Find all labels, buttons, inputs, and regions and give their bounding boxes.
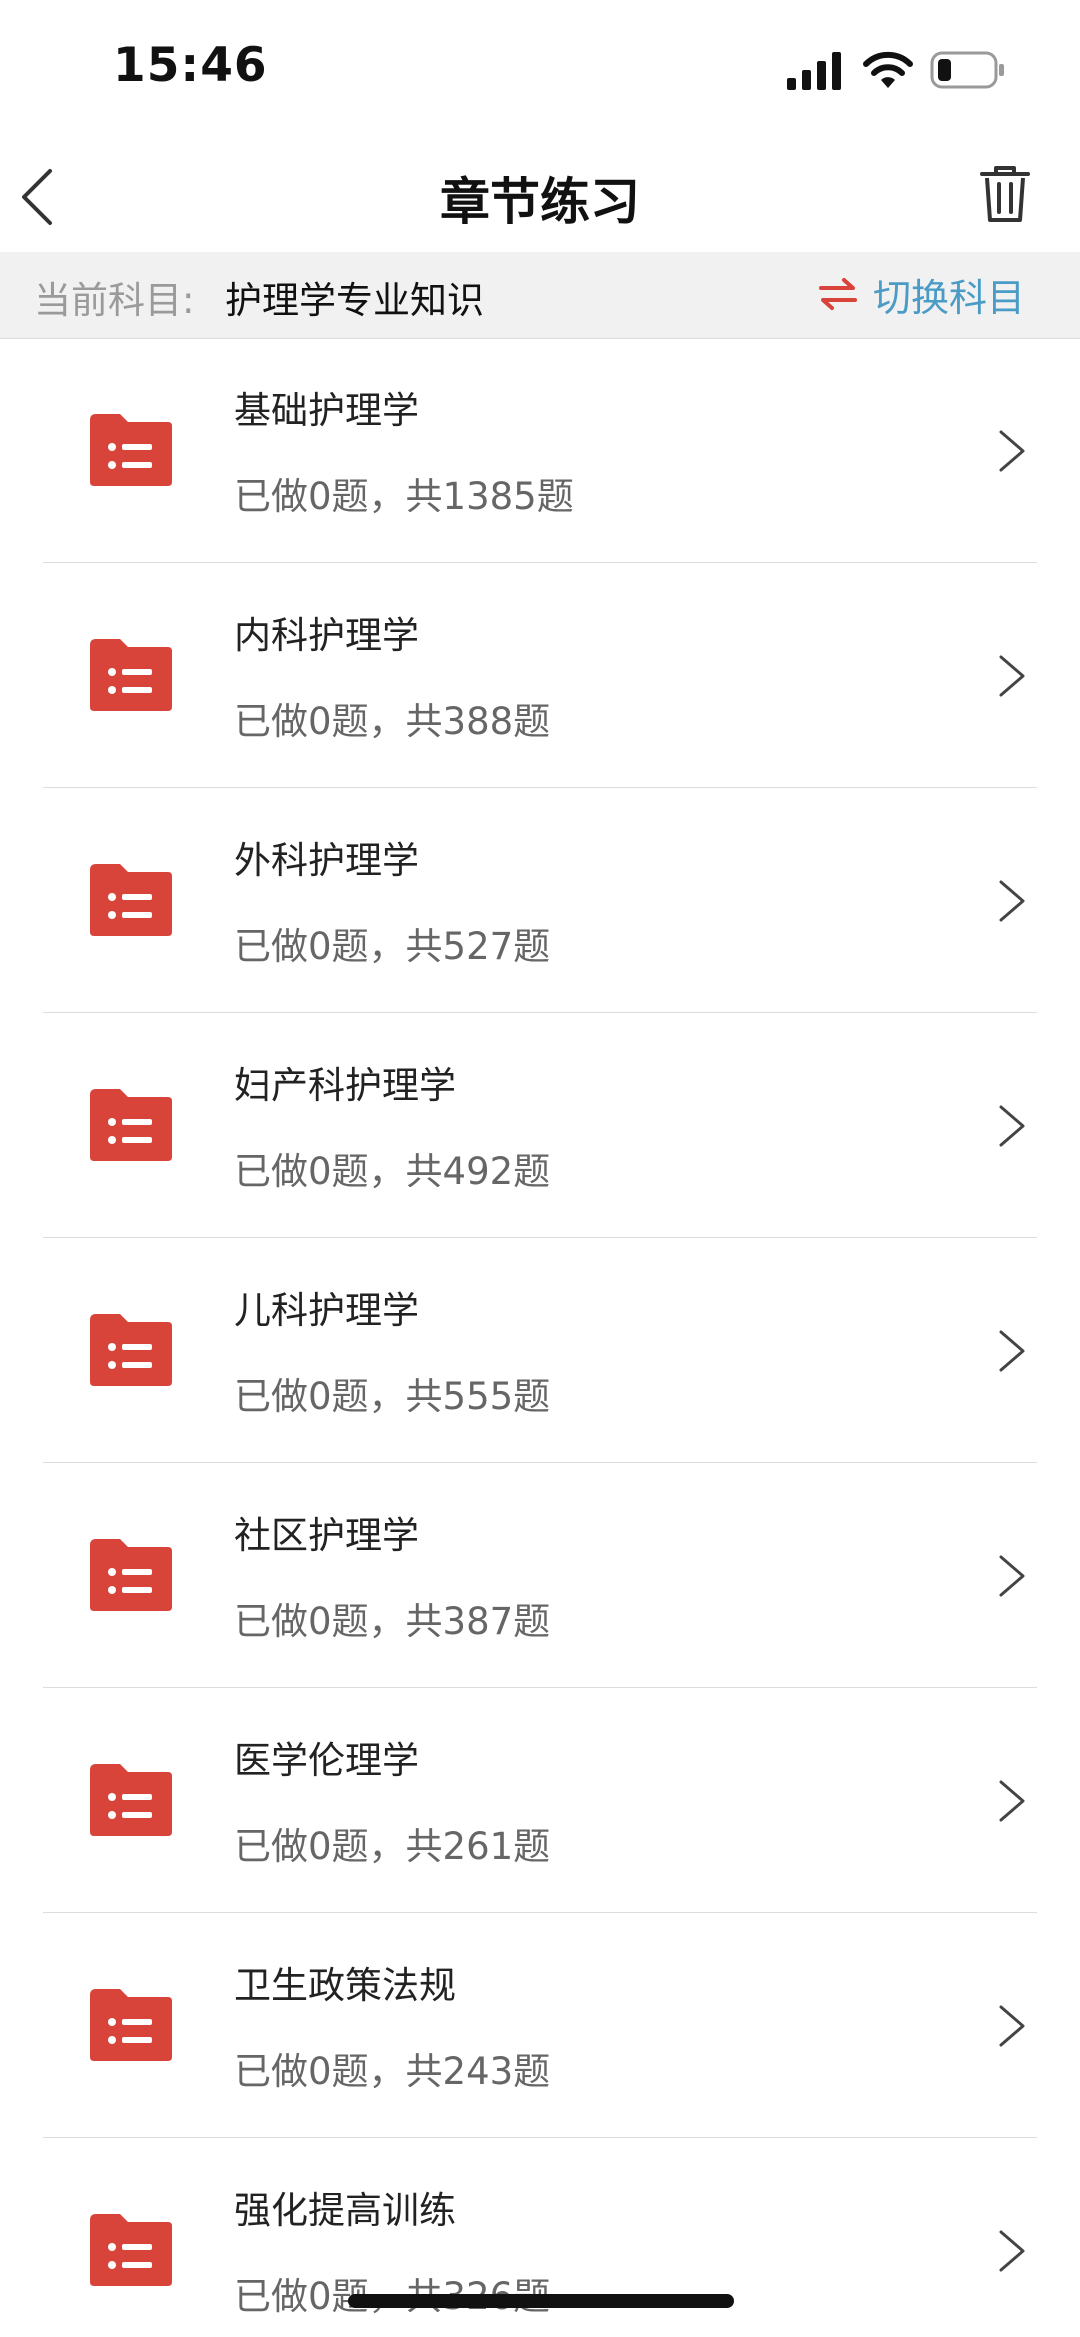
chapter-title: 医学伦理学 <box>234 1739 419 1782</box>
chapter-practice-screen: 15:46 章节练习 当前科目: 护理学专业知识 切换科目 基础护理学 已做0题… <box>0 0 1080 2337</box>
current-subject-label: 当前科目: <box>34 279 195 322</box>
list-item[interactable]: 内科护理学 已做0题，共388题 <box>0 563 1080 788</box>
chevron-right-icon <box>999 655 1025 697</box>
chapter-title: 社区护理学 <box>234 1514 419 1557</box>
chapter-title: 卫生政策法规 <box>234 1964 456 2007</box>
cellular-signal-icon <box>787 52 841 90</box>
folder-list-icon <box>90 1989 172 2061</box>
list-item[interactable]: 社区护理学 已做0题，共387题 <box>0 1463 1080 1688</box>
list-item[interactable]: 外科护理学 已做0题，共527题 <box>0 788 1080 1013</box>
folder-list-icon <box>90 1539 172 1611</box>
current-subject-value: 护理学专业知识 <box>225 279 484 322</box>
chevron-right-icon <box>999 880 1025 922</box>
chevron-right-icon <box>999 2005 1025 2047</box>
swap-arrows-icon <box>818 278 857 310</box>
chapter-progress: 已做0题，共527题 <box>234 925 551 968</box>
battery-icon <box>930 51 1004 89</box>
list-item[interactable]: 儿科护理学 已做0题，共555题 <box>0 1238 1080 1463</box>
chapter-progress: 已做0题，共326题 <box>234 2266 550 2320</box>
list-item[interactable]: 基础护理学 已做0题，共1385题 <box>0 338 1080 563</box>
chapter-progress: 已做0题，共388题 <box>234 700 551 743</box>
folder-list-icon <box>90 1764 172 1836</box>
home-indicator <box>348 2294 734 2308</box>
folder-list-icon <box>90 639 172 711</box>
wifi-icon <box>863 51 913 88</box>
chevron-right-icon <box>999 1330 1025 1372</box>
chapter-progress: 已做0题，共261题 <box>234 1825 551 1868</box>
chevron-right-icon <box>999 1105 1025 1147</box>
chapter-title: 儿科护理学 <box>234 1289 419 1332</box>
list-item[interactable]: 卫生政策法规 已做0题，共243题 <box>0 1913 1080 2138</box>
status-bar: 15:46 <box>0 0 1080 140</box>
status-time: 15:46 <box>113 38 268 93</box>
list-item[interactable]: 妇产科护理学 已做0题，共492题 <box>0 1013 1080 1238</box>
switch-subject-label: 切换科目 <box>872 275 1025 320</box>
chapter-progress: 已做0题，共243题 <box>234 2050 551 2093</box>
current-subject-bar: 当前科目: 护理学专业知识 切换科目 <box>0 252 1080 339</box>
page-title: 章节练习 <box>440 173 640 231</box>
chapter-progress: 已做0题，共1385题 <box>234 475 574 518</box>
chevron-right-icon <box>999 1555 1025 1597</box>
folder-list-icon <box>90 1314 172 1386</box>
chapter-title: 基础护理学 <box>234 389 419 432</box>
chapter-title: 强化提高训练 <box>234 2189 456 2232</box>
folder-list-icon <box>90 414 172 486</box>
chapter-progress: 已做0题，共387题 <box>234 1600 551 1643</box>
folder-list-icon <box>90 864 172 936</box>
chapter-progress: 已做0题，共492题 <box>234 1150 551 1193</box>
chapter-title: 妇产科护理学 <box>234 1064 456 1107</box>
trash-icon[interactable] <box>978 164 1032 224</box>
chapter-list: 基础护理学 已做0题，共1385题 内科护理学 已做0题，共388题 外科护理学… <box>0 338 1080 2337</box>
chevron-right-icon <box>999 2230 1025 2272</box>
list-item[interactable]: 医学伦理学 已做0题，共261题 <box>0 1688 1080 1913</box>
chapter-title: 外科护理学 <box>234 839 419 882</box>
chevron-right-icon <box>999 430 1025 472</box>
chapter-title: 内科护理学 <box>234 614 419 657</box>
switch-subject-button[interactable]: 切换科目 <box>818 266 1025 322</box>
folder-list-icon <box>90 1089 172 1161</box>
chevron-right-icon <box>999 1780 1025 1822</box>
chapter-progress: 已做0题，共555题 <box>234 1375 551 1418</box>
nav-bar: 章节练习 <box>0 140 1080 252</box>
folder-list-icon <box>90 2214 172 2286</box>
